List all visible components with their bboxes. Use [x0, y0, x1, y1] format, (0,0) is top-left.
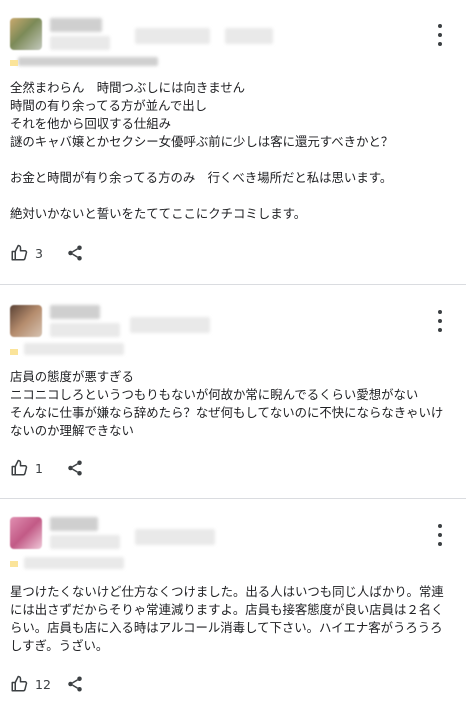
avatar[interactable] — [10, 305, 42, 337]
reviewer-name[interactable] — [50, 517, 98, 531]
reviewer-meta — [50, 36, 110, 50]
reviewer-name[interactable] — [50, 18, 102, 32]
reviewer-meta — [135, 529, 215, 545]
thumbs-up-icon — [11, 244, 28, 261]
share-icon — [68, 676, 82, 692]
thumbs-up-icon — [11, 459, 28, 476]
avatar[interactable] — [10, 18, 42, 50]
like-button[interactable]: 1 — [10, 459, 43, 477]
review-date — [18, 57, 158, 66]
share-button[interactable] — [66, 459, 84, 477]
review-text: 店員の態度が悪すぎる ニコニコしろというつもりもないが何故か常に睨んでるくらい愛… — [10, 369, 444, 438]
reviewer-meta — [130, 317, 210, 333]
more-options-icon[interactable] — [432, 24, 448, 46]
review-actions: 3 — [10, 243, 82, 263]
share-button[interactable] — [66, 675, 84, 693]
share-icon — [68, 460, 82, 476]
like-button[interactable]: 3 — [10, 244, 43, 262]
review-card: 星つけたくないけど仕方なくつけました。出る人はいつも同じ人ばかり。常連 には出さ… — [0, 499, 466, 713]
star-rating — [10, 349, 18, 355]
review-actions: 1 — [10, 458, 82, 478]
reviewer-meta — [50, 323, 120, 337]
review-actions: 12 — [10, 674, 82, 694]
thumbs-up-icon — [11, 675, 28, 692]
star-rating — [10, 60, 18, 66]
review-date — [24, 343, 124, 355]
star-rating — [10, 561, 18, 567]
review-card: 全然まわらん 時間つぶしには向きません 時間の有り余ってる方が並んで出し それを… — [0, 0, 466, 285]
reviewer-meta — [225, 28, 273, 44]
more-options-icon[interactable] — [432, 524, 448, 546]
reviewer-meta — [50, 535, 120, 549]
review-date — [24, 557, 124, 569]
review-text: 星つけたくないけど仕方なくつけました。出る人はいつも同じ人ばかり。常連 には出さ… — [10, 584, 444, 653]
review-text: 全然まわらん 時間つぶしには向きません 時間の有り余ってる方が並んで出し それを… — [10, 80, 394, 221]
reviewer-meta — [135, 28, 210, 44]
share-button[interactable] — [66, 244, 84, 262]
review-card: 店員の態度が悪すぎる ニコニコしろというつもりもないが何故か常に睨んでるくらい愛… — [0, 285, 466, 499]
like-count: 3 — [35, 245, 43, 261]
like-button[interactable]: 12 — [10, 675, 51, 693]
reviewer-name[interactable] — [50, 305, 100, 319]
like-count: 12 — [35, 676, 51, 692]
more-options-icon[interactable] — [432, 310, 448, 332]
share-icon — [68, 245, 82, 261]
like-count: 1 — [35, 460, 43, 476]
avatar[interactable] — [10, 517, 42, 549]
